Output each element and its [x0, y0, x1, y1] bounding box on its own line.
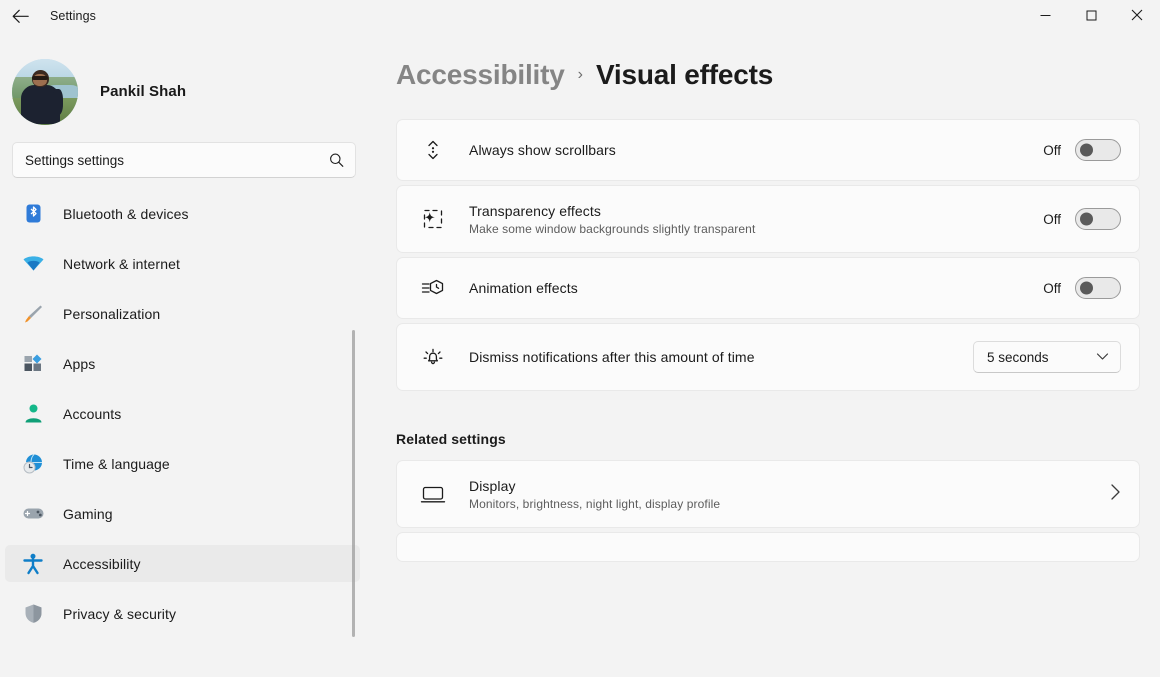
sidebar-item-time-language[interactable]: Time & language [5, 445, 360, 482]
minimize-button[interactable] [1022, 0, 1068, 32]
chevron-right-icon [1110, 483, 1121, 506]
setting-row-always-show-scrollbars[interactable]: Always show scrollbars Off [396, 119, 1140, 181]
back-arrow-icon [12, 9, 29, 24]
search-input[interactable] [13, 153, 355, 168]
person-icon [21, 402, 45, 426]
search-box[interactable] [12, 142, 356, 178]
setting-control: 5 seconds [973, 341, 1121, 373]
sidebar-scrollbar[interactable] [352, 330, 355, 637]
setting-row-dismiss-notifications[interactable]: Dismiss notifications after this amount … [396, 323, 1140, 391]
status-badge: Off [1043, 143, 1061, 158]
sidebar-item-label: Bluetooth & devices [63, 206, 189, 222]
sidebar-item-label: Gaming [63, 506, 113, 522]
transparency-sparkle-icon [419, 208, 447, 230]
related-settings-list: Display Monitors, brightness, night ligh… [368, 460, 1160, 562]
shield-icon [21, 602, 45, 626]
settings-list: Always show scrollbars Off Transparency … [368, 91, 1160, 391]
gamepad-icon [21, 502, 45, 526]
toggle-transparency-effects[interactable] [1075, 208, 1121, 230]
close-icon [1131, 9, 1143, 24]
apps-icon [21, 352, 45, 376]
setting-title: Transparency effects [469, 203, 1043, 219]
dropdown-dismiss-notification-time[interactable]: 5 seconds [973, 341, 1121, 373]
title-bar: Settings [0, 0, 1160, 32]
setting-control: Off [1043, 277, 1121, 299]
sidebar-item-label: Time & language [63, 456, 170, 472]
toggle-always-show-scrollbars[interactable] [1075, 139, 1121, 161]
sidebar-item-label: Accounts [63, 406, 121, 422]
account-profile[interactable]: Pankil Shah [0, 32, 368, 128]
search-icon[interactable] [329, 153, 344, 168]
minimize-icon [1040, 9, 1051, 24]
scrollbar-icon [419, 138, 447, 162]
setting-row-transparency-effects[interactable]: Transparency effects Make some window ba… [396, 185, 1140, 253]
page-title: Visual effects [596, 59, 773, 91]
setting-text: Dismiss notifications after this amount … [469, 349, 973, 365]
setting-text: Animation effects [469, 280, 1043, 296]
close-button[interactable] [1114, 0, 1160, 32]
breadcrumb: Accessibility › Visual effects [368, 32, 1160, 91]
accessibility-person-icon [21, 552, 45, 576]
dropdown-value: 5 seconds [987, 350, 1096, 365]
chevron-right-icon: › [578, 66, 583, 84]
main-content: Accessibility › Visual effects Always sh… [368, 32, 1160, 677]
sidebar-nav: Bluetooth & devices Network & internet P… [0, 195, 368, 632]
sidebar-item-apps[interactable]: Apps [5, 345, 360, 382]
sidebar-item-accessibility[interactable]: Accessibility [5, 545, 360, 582]
chevron-down-icon [1096, 348, 1109, 366]
related-item-text: Display Monitors, brightness, night ligh… [469, 478, 1110, 511]
notification-bell-icon [419, 345, 447, 369]
globe-clock-icon [21, 452, 45, 476]
status-badge: Off [1043, 281, 1061, 296]
back-button[interactable] [0, 0, 40, 32]
animation-icon [419, 277, 447, 299]
setting-control: Off [1043, 139, 1121, 161]
status-badge: Off [1043, 212, 1061, 227]
account-name: Pankil Shah [100, 83, 186, 100]
sidebar-item-label: Network & internet [63, 256, 180, 272]
window-controls [1022, 0, 1160, 32]
setting-title: Animation effects [469, 280, 1043, 296]
sidebar-item-bluetooth-devices[interactable]: Bluetooth & devices [5, 195, 360, 232]
related-item-subtitle: Monitors, brightness, night light, displ… [469, 497, 1110, 511]
maximize-button[interactable] [1068, 0, 1114, 32]
setting-subtitle: Make some window backgrounds slightly tr… [469, 222, 1043, 236]
sidebar-item-label: Personalization [63, 306, 160, 322]
sidebar: Pankil Shah Bluetooth & devices [0, 32, 368, 677]
setting-control: Off [1043, 208, 1121, 230]
window-title: Settings [50, 9, 96, 23]
search-container [0, 128, 368, 178]
sidebar-item-label: Privacy & security [63, 606, 176, 622]
related-item-title: Display [469, 478, 1110, 494]
monitor-icon [419, 483, 447, 505]
sidebar-item-gaming[interactable]: Gaming [5, 495, 360, 532]
sidebar-item-personalization[interactable]: Personalization [5, 295, 360, 332]
related-item-partial[interactable] [396, 532, 1140, 562]
toggle-animation-effects[interactable] [1075, 277, 1121, 299]
sidebar-item-network-internet[interactable]: Network & internet [5, 245, 360, 282]
setting-text: Transparency effects Make some window ba… [469, 203, 1043, 236]
sidebar-item-accounts[interactable]: Accounts [5, 395, 360, 432]
setting-title: Always show scrollbars [469, 142, 1043, 158]
setting-row-animation-effects[interactable]: Animation effects Off [396, 257, 1140, 319]
sidebar-item-label: Accessibility [63, 556, 141, 572]
breadcrumb-parent[interactable]: Accessibility [396, 59, 565, 91]
avatar [12, 59, 78, 125]
paintbrush-icon [21, 302, 45, 326]
wifi-icon [21, 252, 45, 276]
sidebar-item-privacy-security[interactable]: Privacy & security [5, 595, 360, 632]
related-settings-heading: Related settings [368, 395, 1160, 460]
bluetooth-icon [21, 202, 45, 226]
setting-title: Dismiss notifications after this amount … [469, 349, 973, 365]
maximize-icon [1086, 9, 1097, 24]
setting-text: Always show scrollbars [469, 142, 1043, 158]
related-item-display[interactable]: Display Monitors, brightness, night ligh… [396, 460, 1140, 528]
sidebar-item-label: Apps [63, 356, 95, 372]
